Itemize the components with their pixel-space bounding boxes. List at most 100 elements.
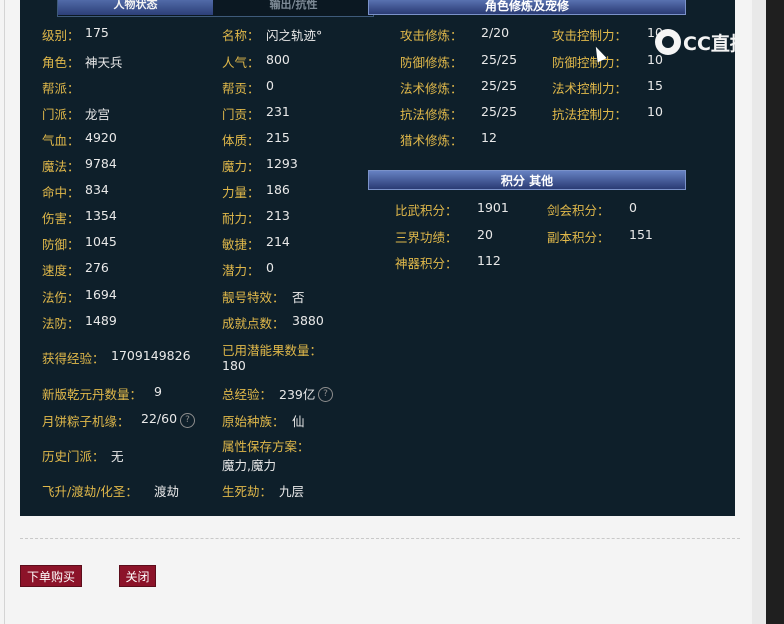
stat-value-sect: 龙宫 (85, 107, 111, 122)
help-icon[interactable]: ? (180, 413, 195, 428)
stat-label-name: 名称： (222, 28, 260, 43)
stat-value-achievement: 3880 (292, 313, 324, 328)
cc-watermark: CC直播 (655, 28, 749, 56)
stat-value-spell-damage: 1694 (85, 287, 117, 302)
cult-label-resist: 抗法修炼： (400, 107, 463, 122)
stat-label-experience: 获得经验： (42, 351, 105, 366)
stat-value-level: 175 (85, 25, 109, 40)
stat-label-mp: 魔法： (42, 159, 80, 174)
stat-value-magic-power: 1293 (266, 156, 298, 171)
score-value-dungeon: 151 (629, 227, 653, 242)
stat-label-potential-fruits: 已用潜能果数量： (222, 343, 323, 358)
stat-label-original-race: 原始种族： (222, 414, 285, 429)
cult-value-resist-control: 10 (647, 104, 663, 119)
stat-value-total-exp: 239亿 (279, 387, 316, 402)
window-edge (766, 0, 784, 624)
stat-label-role: 角色： (42, 55, 80, 70)
cult-label-spell-control: 法术控制力： (552, 81, 628, 96)
tab-character-status[interactable]: 人物状态 (58, 0, 213, 15)
stat-label-spell-defense: 法防： (42, 316, 80, 331)
role-info-panel: 人物状态 输出/抗性 级别： 175 名称： 闪之轨迹° 角色： 神天兵 人气：… (20, 0, 735, 516)
stat-value-spell-defense: 1489 (85, 313, 117, 328)
stat-label-qianyuan: 新版乾元丹数量： (42, 387, 143, 402)
score-label-dungeon: 副本积分： (547, 230, 610, 245)
scores-header: 积分 其他 (368, 170, 686, 190)
cult-label-defense-control: 防御控制力： (552, 55, 628, 70)
stat-label-guild-contribution: 帮贡： (222, 81, 260, 96)
stat-label-hp: 气血： (42, 133, 80, 148)
stat-label-level: 级别： (42, 28, 80, 43)
stat-label-speed: 速度： (42, 263, 80, 278)
stat-value-defense: 1045 (85, 234, 117, 249)
cult-value-attack: 2/20 (481, 25, 510, 40)
stat-value-potential-fruits: 180 (222, 358, 246, 373)
stat-label-hit: 命中： (42, 185, 80, 200)
stat-label-endurance: 耐力： (222, 211, 260, 226)
score-value-pvp: 1901 (477, 200, 509, 215)
stat-label-magic-power: 魔力： (222, 159, 260, 174)
score-value-sword: 0 (629, 200, 637, 215)
stat-value-potential: 0 (266, 260, 274, 275)
cult-value-spell-control: 15 (647, 78, 663, 93)
stat-label-popularity: 人气： (222, 55, 260, 70)
stat-label-agility: 敏捷： (222, 237, 260, 252)
stat-label-sect: 门派： (42, 107, 80, 122)
score-value-artifact: 112 (477, 253, 501, 268)
stat-value-damage: 1354 (85, 208, 117, 223)
stat-label-total-exp: 总经验： (222, 387, 273, 402)
stat-value-endurance: 213 (266, 208, 290, 223)
stat-value-mp: 9784 (85, 156, 117, 171)
stat-label-sect-contribution: 门贡： (222, 107, 260, 122)
watermark-text: CC直播 (683, 32, 749, 55)
cult-label-resist-control: 抗法控制力： (552, 107, 628, 122)
cult-label-defense: 防御修炼： (400, 55, 463, 70)
stat-value-life-death: 九层 (279, 484, 305, 499)
stat-label-strength: 力量： (222, 185, 260, 200)
stat-value-role: 神天兵 (85, 55, 123, 70)
stat-value-special-id: 否 (292, 290, 305, 305)
stat-value-hit: 834 (85, 182, 109, 197)
stat-label-guild: 帮派： (42, 81, 80, 96)
divider (20, 538, 740, 539)
stat-label-mooncake: 月饼粽子机缘： (42, 414, 130, 429)
stat-value-strength: 186 (266, 182, 290, 197)
tab-output-resistance[interactable]: 输出/抗性 (216, 0, 371, 15)
stat-label-special-id: 靓号特效： (222, 290, 285, 305)
cult-value-defense: 25/25 (481, 52, 518, 67)
stat-label-life-death: 生死劫： (222, 484, 273, 499)
cc-logo-icon (655, 29, 681, 55)
cult-value-spell: 25/25 (481, 78, 518, 93)
stat-value-history-sect: 无 (111, 449, 124, 464)
stat-label-history-sect: 历史门派： (42, 449, 105, 464)
stat-value-hp: 4920 (85, 130, 117, 145)
stat-label-attr-plan: 属性保存方案： (222, 439, 310, 454)
stat-value-experience: 1709149826 (111, 348, 191, 363)
stat-value-ascension: 渡劫 (154, 484, 180, 499)
stat-value-qianyuan: 9 (154, 384, 162, 399)
cult-label-attack: 攻击修炼： (400, 28, 463, 43)
buy-button[interactable]: 下单购买 (20, 565, 82, 587)
close-button[interactable]: 关闭 (119, 565, 156, 587)
stat-value-popularity: 800 (266, 52, 290, 67)
stat-value-mooncake: 22/60 (141, 411, 178, 426)
score-label-artifact: 神器积分： (395, 256, 458, 271)
cult-label-attack-control: 攻击控制力： (552, 28, 628, 43)
score-label-pvp: 比武积分： (395, 203, 458, 218)
stat-label-damage: 伤害： (42, 211, 80, 226)
stat-label-ascension: 飞升/渡劫/化圣： (42, 484, 138, 499)
stat-value-agility: 214 (266, 234, 290, 249)
stat-value-sect-contribution: 231 (266, 104, 290, 119)
score-label-sword: 剑会积分： (547, 203, 610, 218)
stat-value-name: 闪之轨迹° (266, 28, 323, 43)
help-icon[interactable]: ? (318, 387, 333, 402)
cultivation-header: 角色修炼及宠修 (368, 0, 686, 15)
stat-value-original-race: 仙 (292, 414, 305, 429)
scrollbar-track[interactable] (752, 0, 766, 624)
stat-label-constitution: 体质： (222, 133, 260, 148)
stat-label-spell-damage: 法伤： (42, 290, 80, 305)
stat-label-potential: 潜力： (222, 263, 260, 278)
stat-value-speed: 276 (85, 260, 109, 275)
stat-value-constitution: 215 (266, 130, 290, 145)
stat-value-guild-contribution: 0 (266, 78, 274, 93)
cult-label-hunting: 猎术修炼： (400, 133, 463, 148)
